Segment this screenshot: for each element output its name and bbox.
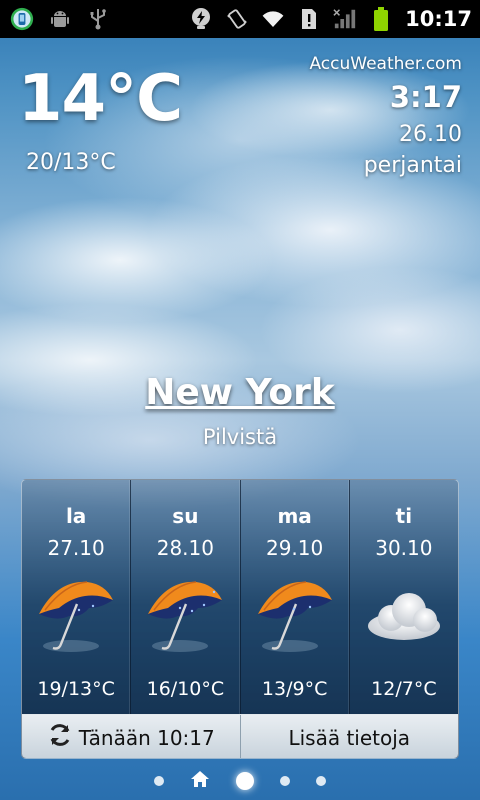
forecast-day[interactable]: su 28.10 16/10°C bbox=[131, 480, 241, 714]
umbrella-rain-icon bbox=[250, 574, 340, 658]
page-dot[interactable] bbox=[280, 776, 290, 786]
more-info-button[interactable]: Lisää tietoja bbox=[239, 715, 459, 758]
forecast-day-temp: 19/13°C bbox=[37, 678, 115, 700]
forecast-day-name: su bbox=[172, 504, 199, 528]
forecast-day-name: ma bbox=[277, 504, 312, 528]
forecast-panel: la 27.10 19/13°C su 28.10 16/10°C ma 29.… bbox=[21, 479, 459, 759]
umbrella-rain-icon bbox=[31, 574, 121, 658]
provider-link[interactable]: AccuWeather.com bbox=[309, 54, 462, 74]
refresh-icon bbox=[47, 722, 73, 753]
page-dot[interactable] bbox=[154, 776, 164, 786]
umbrella-rain-icon bbox=[140, 574, 230, 658]
vibrate-icon bbox=[225, 7, 249, 31]
forecast-day-temp: 13/9°C bbox=[261, 678, 328, 700]
forecast-day[interactable]: la 27.10 19/13°C bbox=[22, 480, 132, 714]
page-dot-active[interactable] bbox=[236, 772, 254, 790]
forecast-day-date: 28.10 bbox=[156, 536, 214, 560]
local-weekday: perjantai bbox=[363, 153, 462, 178]
local-time: 3:17 bbox=[389, 80, 462, 114]
sim-alert-icon bbox=[297, 7, 321, 31]
forecast-day[interactable]: ti 30.10 12/7°C bbox=[350, 480, 458, 714]
wifi-icon bbox=[261, 7, 285, 31]
cloud-icon bbox=[359, 574, 449, 658]
signal-icon bbox=[333, 7, 357, 31]
android-debug-icon bbox=[48, 7, 72, 31]
weather-condition: Pilvistä bbox=[202, 425, 278, 449]
status-bar: 10:17 bbox=[0, 0, 480, 38]
local-date: 26.10 bbox=[399, 122, 462, 147]
more-info-label: Lisää tietoja bbox=[288, 725, 411, 750]
forecast-day-date: 30.10 bbox=[375, 536, 433, 560]
forecast-day[interactable]: ma 29.10 13/9°C bbox=[241, 480, 350, 714]
city-name[interactable]: New York bbox=[0, 372, 480, 413]
app-notification-icon[interactable] bbox=[10, 7, 34, 31]
refresh-label: Tänään 10:17 bbox=[78, 725, 215, 750]
lightbulb-icon bbox=[189, 7, 213, 31]
current-temperature[interactable]: 14°C bbox=[18, 62, 183, 136]
forecast-day-date: 27.10 bbox=[47, 536, 105, 560]
page-indicator bbox=[0, 768, 480, 794]
forecast-day-name: ti bbox=[395, 504, 413, 528]
forecast-day-temp: 16/10°C bbox=[146, 678, 225, 700]
forecast-day-temp: 12/7°C bbox=[371, 678, 437, 700]
home-icon[interactable] bbox=[190, 770, 210, 792]
battery-icon bbox=[369, 7, 393, 31]
forecast-day-date: 29.10 bbox=[265, 536, 324, 560]
forecast-day-name: la bbox=[65, 504, 87, 528]
refresh-button[interactable]: Tänään 10:17 bbox=[22, 715, 240, 758]
usb-icon bbox=[86, 7, 110, 31]
page-dot[interactable] bbox=[316, 776, 326, 786]
status-clock: 10:17 bbox=[405, 7, 472, 31]
high-low-temperature: 20/13°C bbox=[26, 150, 116, 175]
